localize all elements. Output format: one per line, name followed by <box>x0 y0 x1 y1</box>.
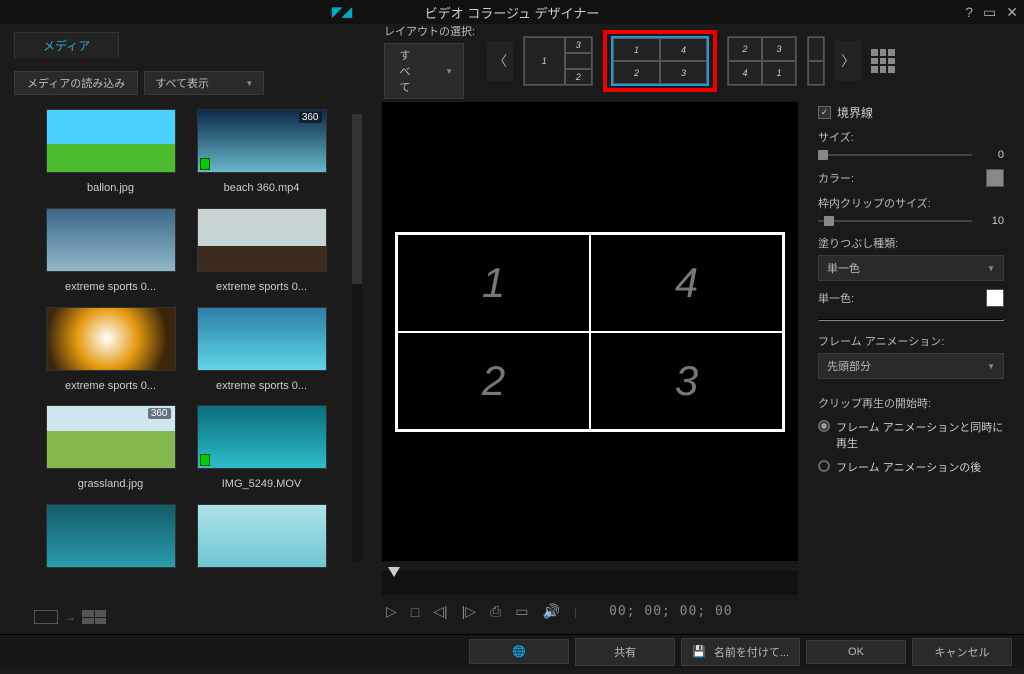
media-panel: メディア メディアの読み込み すべて表示 ballon.jpg 360beach… <box>0 24 370 634</box>
stop-icon[interactable]: □ <box>411 604 419 620</box>
help-icon[interactable]: ? <box>965 4 973 21</box>
step-forward-icon[interactable]: |▷ <box>462 603 476 620</box>
media-grid: ballon.jpg 360beach 360.mp4 extreme spor… <box>14 105 364 585</box>
save-icon: 💾 <box>692 645 706 658</box>
collage-frame: 1 4 2 3 <box>395 232 785 432</box>
frame-animation-value: 先頭部分 <box>827 358 871 374</box>
play-icon[interactable]: ▷ <box>386 603 397 620</box>
titlebar: ◤◢ ビデオ コラージュ デザイナー ? ▭ ✕ <box>0 0 1024 24</box>
maximize-icon[interactable]: ▭ <box>983 4 996 21</box>
media-item[interactable]: 360grassland.jpg <box>38 405 183 500</box>
layout-option-partial[interactable] <box>807 36 825 86</box>
cancel-button[interactable]: キャンセル <box>912 638 1012 666</box>
bottom-bar: 🌐 共有 💾名前を付けて... OK キャンセル <box>0 634 1024 668</box>
timecode-display: 00; 00; 00; 00 <box>609 604 733 619</box>
media-item[interactable]: extreme sports 0... <box>38 208 183 303</box>
clip-start-radio-with-anim-label: フレーム アニメーションと同時に再生 <box>836 419 1004 451</box>
collage-cell-2[interactable]: 2 <box>397 332 590 430</box>
app-logo-icon: ◤◢ <box>332 4 352 20</box>
media-item[interactable] <box>189 504 334 581</box>
frame-animation-label: フレーム アニメーション: <box>818 333 1004 349</box>
close-icon[interactable]: ✕ <box>1006 4 1018 21</box>
clip-start-radio-after-anim[interactable] <box>818 460 830 472</box>
size-slider[interactable] <box>818 154 972 156</box>
transport-bar: ▷ □ ◁| |▷ ⎙ ▭ 🔊 | 00; 00; 00; 00 <box>382 595 798 628</box>
layout-next-button[interactable]: 〉 <box>835 41 861 81</box>
layout-option[interactable]: 132 <box>523 36 593 86</box>
color-label: カラー: <box>818 170 854 186</box>
ok-button[interactable]: OK <box>806 640 906 664</box>
solid-color-label: 単一色: <box>818 290 854 306</box>
globe-icon[interactable]: 🌐 <box>469 639 569 664</box>
media-item[interactable]: 360beach 360.mp4 <box>189 109 334 204</box>
layout-toggle-row: → <box>34 610 106 624</box>
fill-type-label: 塗りつぶし種類: <box>818 235 1004 251</box>
preview-canvas[interactable]: 1 4 2 3 <box>382 102 798 561</box>
clip-start-radio-with-anim[interactable] <box>818 420 830 432</box>
media-item[interactable]: ballon.jpg <box>38 109 183 204</box>
loop-icon[interactable]: ▭ <box>515 603 528 620</box>
clip-start-label: クリップ再生の開始時: <box>818 395 1004 411</box>
media-filter-label: すべて表示 <box>155 75 209 91</box>
size-value: 0 <box>980 149 1004 161</box>
solid-color-swatch[interactable] <box>986 289 1004 307</box>
clip-start-radio-after-anim-label: フレーム アニメーションの後 <box>836 459 981 475</box>
app-title: ビデオ コラージュ デザイナー <box>425 3 600 22</box>
collage-cell-4[interactable]: 4 <box>590 234 783 332</box>
volume-icon[interactable]: 🔊 <box>543 603 560 620</box>
media-item[interactable]: extreme sports 0... <box>38 307 183 402</box>
media-item[interactable] <box>38 504 183 581</box>
interclip-size-slider[interactable] <box>818 220 972 222</box>
size-label: サイズ: <box>818 129 1004 145</box>
timeline-scrubber[interactable] <box>382 571 798 595</box>
layout-bar: レイアウトの選択: すべて 〈 132 14 23 23 41 <box>376 26 1018 96</box>
video-badge-icon <box>200 158 210 170</box>
snapshot-icon[interactable]: ⎙ <box>490 603 501 620</box>
properties-panel: ✓ 境界線 サイズ: 0 カラー: 枠内クリップのサイズ: 10 塗りつぶし種類 <box>808 96 1018 634</box>
media-item[interactable]: extreme sports 0... <box>189 208 334 303</box>
layout-option[interactable]: 23 41 <box>727 36 797 86</box>
collage-cell-3[interactable]: 3 <box>590 332 783 430</box>
layout-select-label: レイアウトの選択: <box>384 23 475 39</box>
layout-option-selected[interactable]: 14 23 <box>611 36 709 86</box>
video-badge-icon <box>200 454 210 466</box>
grid-view-icon[interactable] <box>82 610 106 624</box>
step-back-icon[interactable]: ◁| <box>433 603 447 620</box>
layout-category-dropdown[interactable]: すべて <box>384 43 464 99</box>
thumb-view-icon[interactable] <box>34 610 58 624</box>
media-item[interactable]: IMG_5249.MOV <box>189 405 334 500</box>
border-checkbox[interactable]: ✓ <box>818 106 831 119</box>
collage-cell-1[interactable]: 1 <box>397 234 590 332</box>
tab-media[interactable]: メディア <box>14 32 119 59</box>
fill-type-value: 単一色 <box>827 260 860 276</box>
arrow-right-icon: → <box>64 610 76 624</box>
playhead-icon[interactable] <box>388 567 400 577</box>
layout-category-label: すべて <box>395 47 415 95</box>
interclip-size-value: 10 <box>980 215 1004 227</box>
media-scrollbar[interactable] <box>352 114 362 562</box>
interclip-size-label: 枠内クリップのサイズ: <box>818 195 1004 211</box>
share-button[interactable]: 共有 <box>575 638 675 666</box>
media-item[interactable]: extreme sports 0... <box>189 307 334 402</box>
border-label: 境界線 <box>837 104 873 121</box>
border-color-swatch[interactable] <box>986 169 1004 187</box>
import-media-button[interactable]: メディアの読み込み <box>14 71 138 95</box>
frame-animation-dropdown[interactable]: 先頭部分 <box>818 353 1004 379</box>
highlight-annotation: 14 23 <box>603 30 717 92</box>
media-filter-dropdown[interactable]: すべて表示 <box>144 71 264 95</box>
save-as-button[interactable]: 💾名前を付けて... <box>681 638 800 666</box>
layout-grid-icon[interactable] <box>871 49 895 73</box>
layout-prev-button[interactable]: 〈 <box>487 41 513 81</box>
fill-type-dropdown[interactable]: 単一色 <box>818 255 1004 281</box>
